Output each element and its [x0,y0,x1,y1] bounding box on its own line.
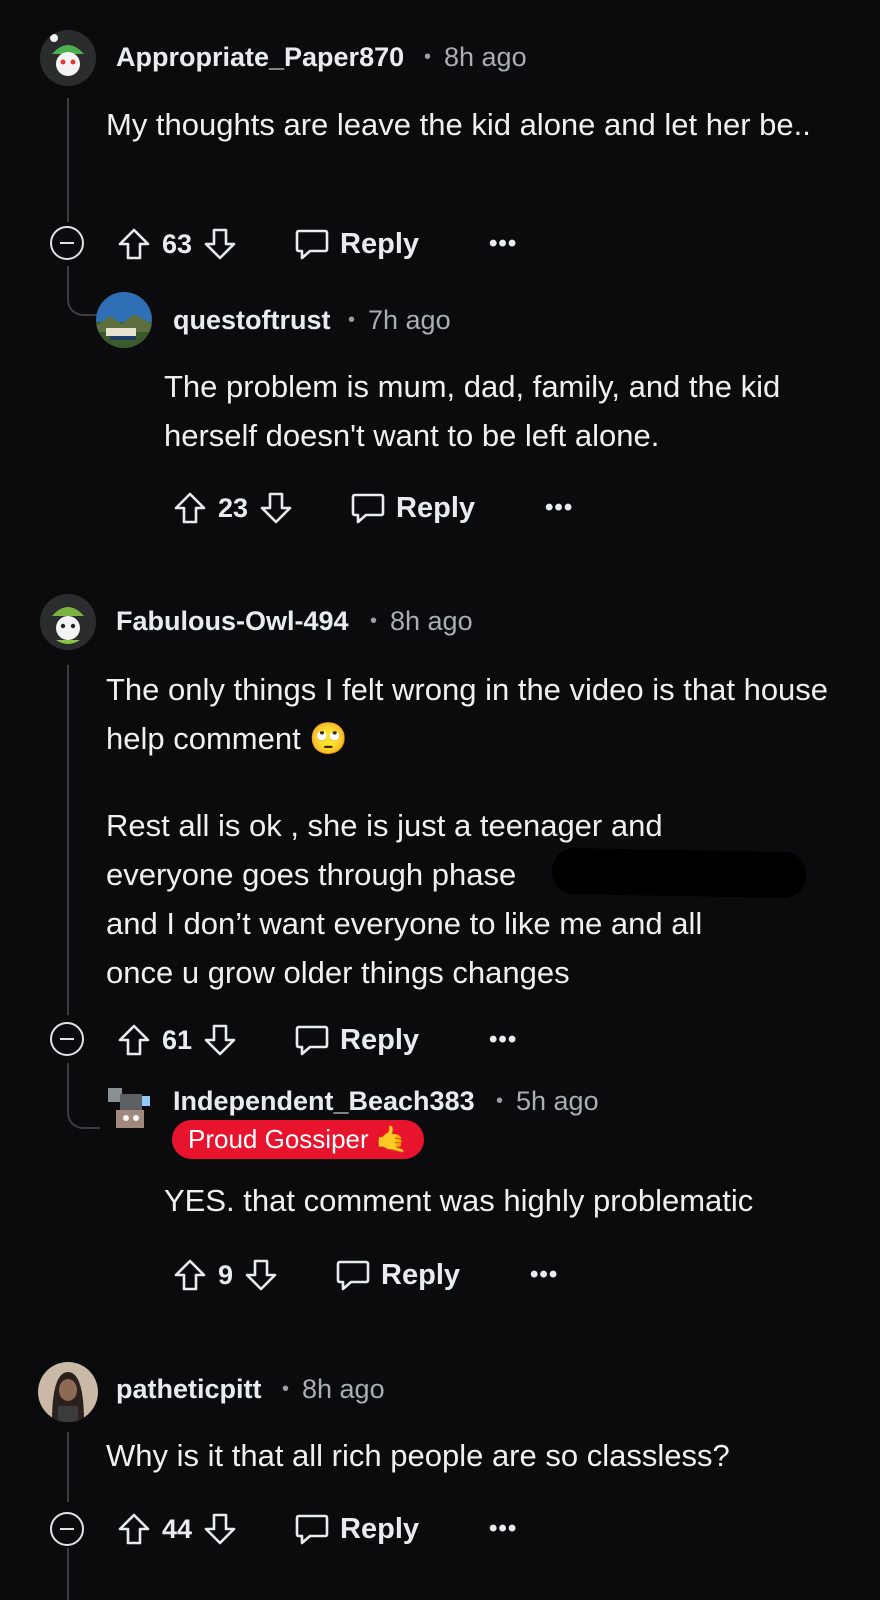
comment-actions: 9 Reply ••• [168,1251,558,1299]
comment-line: and I don’t want everyone to like me and… [106,906,703,941]
collapse-thread-button[interactable] [50,1022,84,1056]
more-options-button[interactable]: ••• [530,1261,558,1289]
reply-label: Reply [340,1512,420,1545]
comment-bubble-icon [295,229,329,260]
collapse-thread-button[interactable] [50,226,84,260]
upvote-icon[interactable] [168,1253,212,1297]
collapse-thread-button[interactable] [50,1512,84,1546]
snoo-avatar-icon[interactable] [40,594,96,650]
vote-count: 61 [162,1024,193,1055]
comment-body: The only things I felt wrong in the vide… [106,665,836,997]
reply-button[interactable]: Reply [335,1258,460,1292]
reply-button[interactable]: Reply [294,1512,419,1546]
downvote-icon[interactable] [198,1018,242,1062]
thread-line [67,665,69,1015]
comment-body: The problem is mum, dad, family, and the… [164,369,781,453]
comment-line: Rest all is ok , she is just a teenager … [106,808,663,843]
thread-line [67,1548,69,1600]
landscape-avatar-icon[interactable] [96,292,152,348]
username[interactable]: patheticpitt [116,1374,262,1405]
comment-line: everyone goes through phase [106,857,517,892]
reply-button[interactable]: Reply [294,227,419,261]
reply-label: Reply [381,1258,461,1291]
minus-icon [60,1038,74,1040]
user-flair-badge: Proud Gossiper 🤙 [172,1120,425,1159]
vote-count: 23 [218,492,249,523]
timestamp: 7h ago [368,305,451,335]
comment-paragraph: Rest all is ok , she is just a teenager … [106,801,836,997]
comment-actions: 23 Reply ••• [168,484,573,532]
vote-count: 9 [218,1259,234,1290]
separator-dot: • [282,1378,290,1400]
reply-label: Reply [340,1023,420,1056]
comment-actions: 63 Reply ••• [112,220,517,268]
separator-dot: • [370,610,378,632]
timestamp: 8h ago [302,1374,385,1404]
thread-branch [67,266,97,316]
upvote-icon[interactable] [168,486,212,530]
timestamp: 5h ago [516,1086,599,1116]
downvote-icon[interactable] [254,486,298,530]
thread-line [67,1432,69,1502]
minus-icon [60,1528,74,1530]
thread-line [67,98,69,222]
username[interactable]: Fabulous-Owl-494 [116,606,349,637]
downvote-icon[interactable] [239,1253,283,1297]
downvote-icon[interactable] [198,1507,242,1551]
reply-button[interactable]: Reply [350,491,475,525]
upvote-icon[interactable] [112,1018,156,1062]
separator-dot: • [496,1090,504,1112]
reply-label: Reply [340,227,420,260]
reply-button[interactable]: Reply [294,1023,419,1057]
username[interactable]: Independent_Beach383 [173,1086,475,1117]
vote-count: 44 [162,1513,193,1544]
minus-icon [60,242,74,244]
downvote-icon[interactable] [198,222,242,266]
comment-actions: 61 Reply ••• [112,1016,517,1064]
comment-line: once u grow older things changes [106,955,570,990]
more-options-button[interactable]: ••• [545,494,573,522]
username[interactable]: questoftrust [173,305,331,336]
timestamp: 8h ago [444,42,527,72]
username[interactable]: Appropriate_Paper870 [116,42,404,73]
comment-paragraph: The only things I felt wrong in the vide… [106,672,829,756]
robot-avatar-icon[interactable] [100,1080,156,1136]
redaction-mark [551,847,807,899]
timestamp: 8h ago [390,606,473,636]
upvote-icon[interactable] [112,222,156,266]
comment-body: My thoughts are leave the kid alone and … [106,107,811,142]
separator-dot: • [424,46,432,68]
comment-bubble-icon [295,1025,329,1056]
snoo-avatar-icon[interactable] [40,30,96,86]
thread-branch [67,1063,103,1129]
comment-bubble-icon [295,1514,329,1545]
comment-body: YES. that comment was highly problematic [164,1183,754,1218]
upvote-icon[interactable] [112,1507,156,1551]
more-options-button[interactable]: ••• [489,1026,517,1054]
comment-bubble-icon [336,1260,370,1291]
more-options-button[interactable]: ••• [489,230,517,258]
comment-body: Why is it that all rich people are so cl… [106,1438,730,1473]
photo-avatar-icon[interactable] [38,1362,98,1422]
vote-count: 63 [162,228,193,259]
more-options-button[interactable]: ••• [489,1515,517,1543]
comment-actions: 44 Reply ••• [112,1505,517,1553]
separator-dot: • [348,309,356,331]
reply-label: Reply [396,491,476,524]
comment-bubble-icon [351,493,385,524]
